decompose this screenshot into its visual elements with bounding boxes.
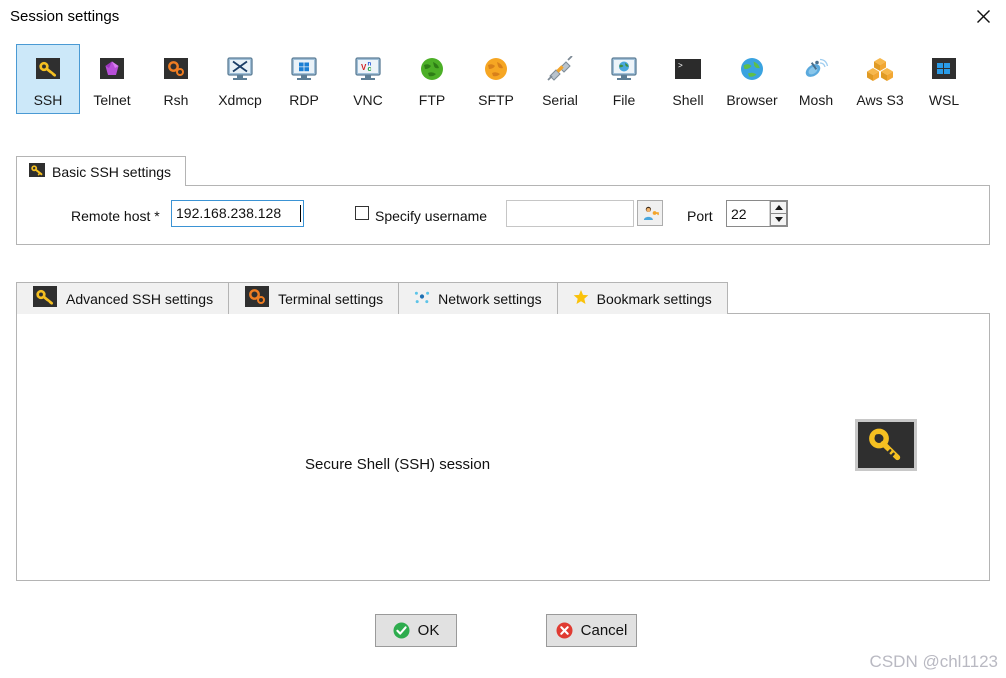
key-icon	[32, 53, 64, 85]
tab-basic-ssh-settings[interactable]: Basic SSH settings	[16, 156, 186, 186]
protocol-item-label: RDP	[289, 92, 319, 108]
protocol-item-wsl[interactable]: WSL	[912, 44, 976, 114]
protocol-item-browser[interactable]: Browser	[720, 44, 784, 114]
gears-icon	[244, 285, 270, 312]
protocol-item-label: Telnet	[93, 92, 130, 108]
protocol-item-aws-s3[interactable]: Aws S3	[848, 44, 912, 114]
tab-label: Network settings	[438, 291, 541, 307]
port-increment-button[interactable]	[770, 201, 787, 213]
window-title: Session settings	[10, 8, 119, 25]
blue-globe-icon	[736, 53, 768, 85]
check-circle-icon	[393, 622, 410, 639]
session-description: Secure Shell (SSH) session	[305, 456, 490, 473]
secondary-settings-panel: Secure Shell (SSH) session	[16, 313, 990, 581]
protocol-item-rsh[interactable]: Rsh	[144, 44, 208, 114]
tab-network-settings[interactable]: Network settings	[398, 282, 557, 314]
protocol-item-label: SSH	[34, 92, 63, 108]
protocol-item-label: VNC	[353, 92, 383, 108]
secondary-tabstrip: Advanced SSH settings Terminal settings …	[16, 281, 727, 313]
protocol-item-label: SFTP	[478, 92, 514, 108]
protocol-item-label: File	[613, 92, 636, 108]
tab-basic-ssh-settings-label: Basic SSH settings	[52, 164, 171, 180]
port-stepper[interactable]: 22	[726, 200, 788, 227]
protocol-item-label: Xdmcp	[218, 92, 262, 108]
protocol-item-ftp[interactable]: FTP	[400, 44, 464, 114]
protocol-item-label: Aws S3	[856, 92, 903, 108]
protocol-item-label: Browser	[726, 92, 777, 108]
tab-terminal-settings[interactable]: Terminal settings	[228, 282, 399, 314]
cancel-button-label: Cancel	[581, 622, 628, 639]
text-caret	[300, 205, 301, 222]
specify-username-label: Specify username	[375, 208, 487, 224]
star-icon	[573, 289, 589, 308]
port-label: Port	[687, 208, 713, 224]
protocol-item-label: Shell	[672, 92, 703, 108]
terminal-icon: >	[672, 53, 704, 85]
ok-button[interactable]: OK	[375, 614, 457, 647]
svg-text:V: V	[361, 63, 367, 72]
close-button[interactable]	[960, 0, 1006, 33]
session-preview-icon-frame	[855, 419, 917, 471]
protocol-item-label: WSL	[929, 92, 959, 108]
watermark: CSDN @chl1123	[870, 652, 998, 672]
title-bar: Session settings	[0, 0, 1006, 33]
protocol-item-label: FTP	[419, 92, 445, 108]
gem-icon	[96, 53, 128, 85]
tab-advanced-ssh-settings[interactable]: Advanced SSH settings	[16, 282, 229, 314]
key-icon	[29, 162, 45, 181]
windows-icon	[928, 53, 960, 85]
file-monitor-icon	[608, 53, 640, 85]
port-decrement-button[interactable]	[770, 213, 787, 226]
port-value: 22	[727, 201, 769, 226]
key-icon	[32, 285, 58, 312]
basic-settings-tabstrip: Basic SSH settings	[16, 155, 186, 185]
basic-settings-panel: Remote host * 192.168.238.128 Specify us…	[16, 185, 990, 245]
x-monitor-icon	[224, 53, 256, 85]
satellite-icon	[800, 53, 832, 85]
protocol-item-sftp[interactable]: SFTP	[464, 44, 528, 114]
svg-text:>: >	[678, 62, 683, 71]
protocol-list: SSH Telnet Rsh Xdmcp	[16, 44, 976, 114]
key-icon	[866, 425, 906, 465]
ok-button-label: OK	[418, 622, 440, 639]
plug-icon	[544, 53, 576, 85]
user-key-icon	[642, 205, 659, 222]
protocol-item-label: Mosh	[799, 92, 833, 108]
protocol-item-file[interactable]: File	[592, 44, 656, 114]
protocol-item-ssh[interactable]: SSH	[16, 44, 80, 114]
gears-icon	[160, 53, 192, 85]
vnc-monitor-icon: V n c	[352, 53, 384, 85]
username-picker-button[interactable]	[637, 200, 663, 226]
cancel-button[interactable]: Cancel	[546, 614, 637, 647]
x-circle-icon	[556, 622, 573, 639]
tab-label: Advanced SSH settings	[66, 291, 213, 307]
svg-text:c: c	[368, 66, 372, 73]
protocol-item-label: Serial	[542, 92, 578, 108]
chevron-up-icon	[775, 205, 783, 210]
remote-host-value: 192.168.238.128	[176, 205, 281, 221]
windows-monitor-icon	[288, 53, 320, 85]
protocol-item-shell[interactable]: > Shell	[656, 44, 720, 114]
close-icon	[976, 9, 991, 24]
remote-host-input[interactable]: 192.168.238.128	[171, 200, 304, 227]
tab-bookmark-settings[interactable]: Bookmark settings	[557, 282, 728, 314]
green-globe-icon	[416, 53, 448, 85]
protocol-item-serial[interactable]: Serial	[528, 44, 592, 114]
protocol-toolbar: SSH Telnet Rsh Xdmcp	[0, 38, 1006, 130]
protocol-item-telnet[interactable]: Telnet	[80, 44, 144, 114]
network-icon	[414, 289, 430, 308]
specify-username-checkbox[interactable]	[355, 206, 369, 220]
protocol-item-mosh[interactable]: Mosh	[784, 44, 848, 114]
chevron-down-icon	[775, 217, 783, 222]
aws-cubes-icon	[864, 53, 896, 85]
protocol-item-label: Rsh	[164, 92, 189, 108]
username-input[interactable]	[506, 200, 634, 227]
protocol-item-rdp[interactable]: RDP	[272, 44, 336, 114]
tab-label: Terminal settings	[278, 291, 383, 307]
orange-globe-icon	[480, 53, 512, 85]
protocol-item-xdmcp[interactable]: Xdmcp	[208, 44, 272, 114]
remote-host-label: Remote host *	[71, 208, 160, 224]
tab-label: Bookmark settings	[597, 291, 712, 307]
protocol-item-vnc[interactable]: V n c VNC	[336, 44, 400, 114]
